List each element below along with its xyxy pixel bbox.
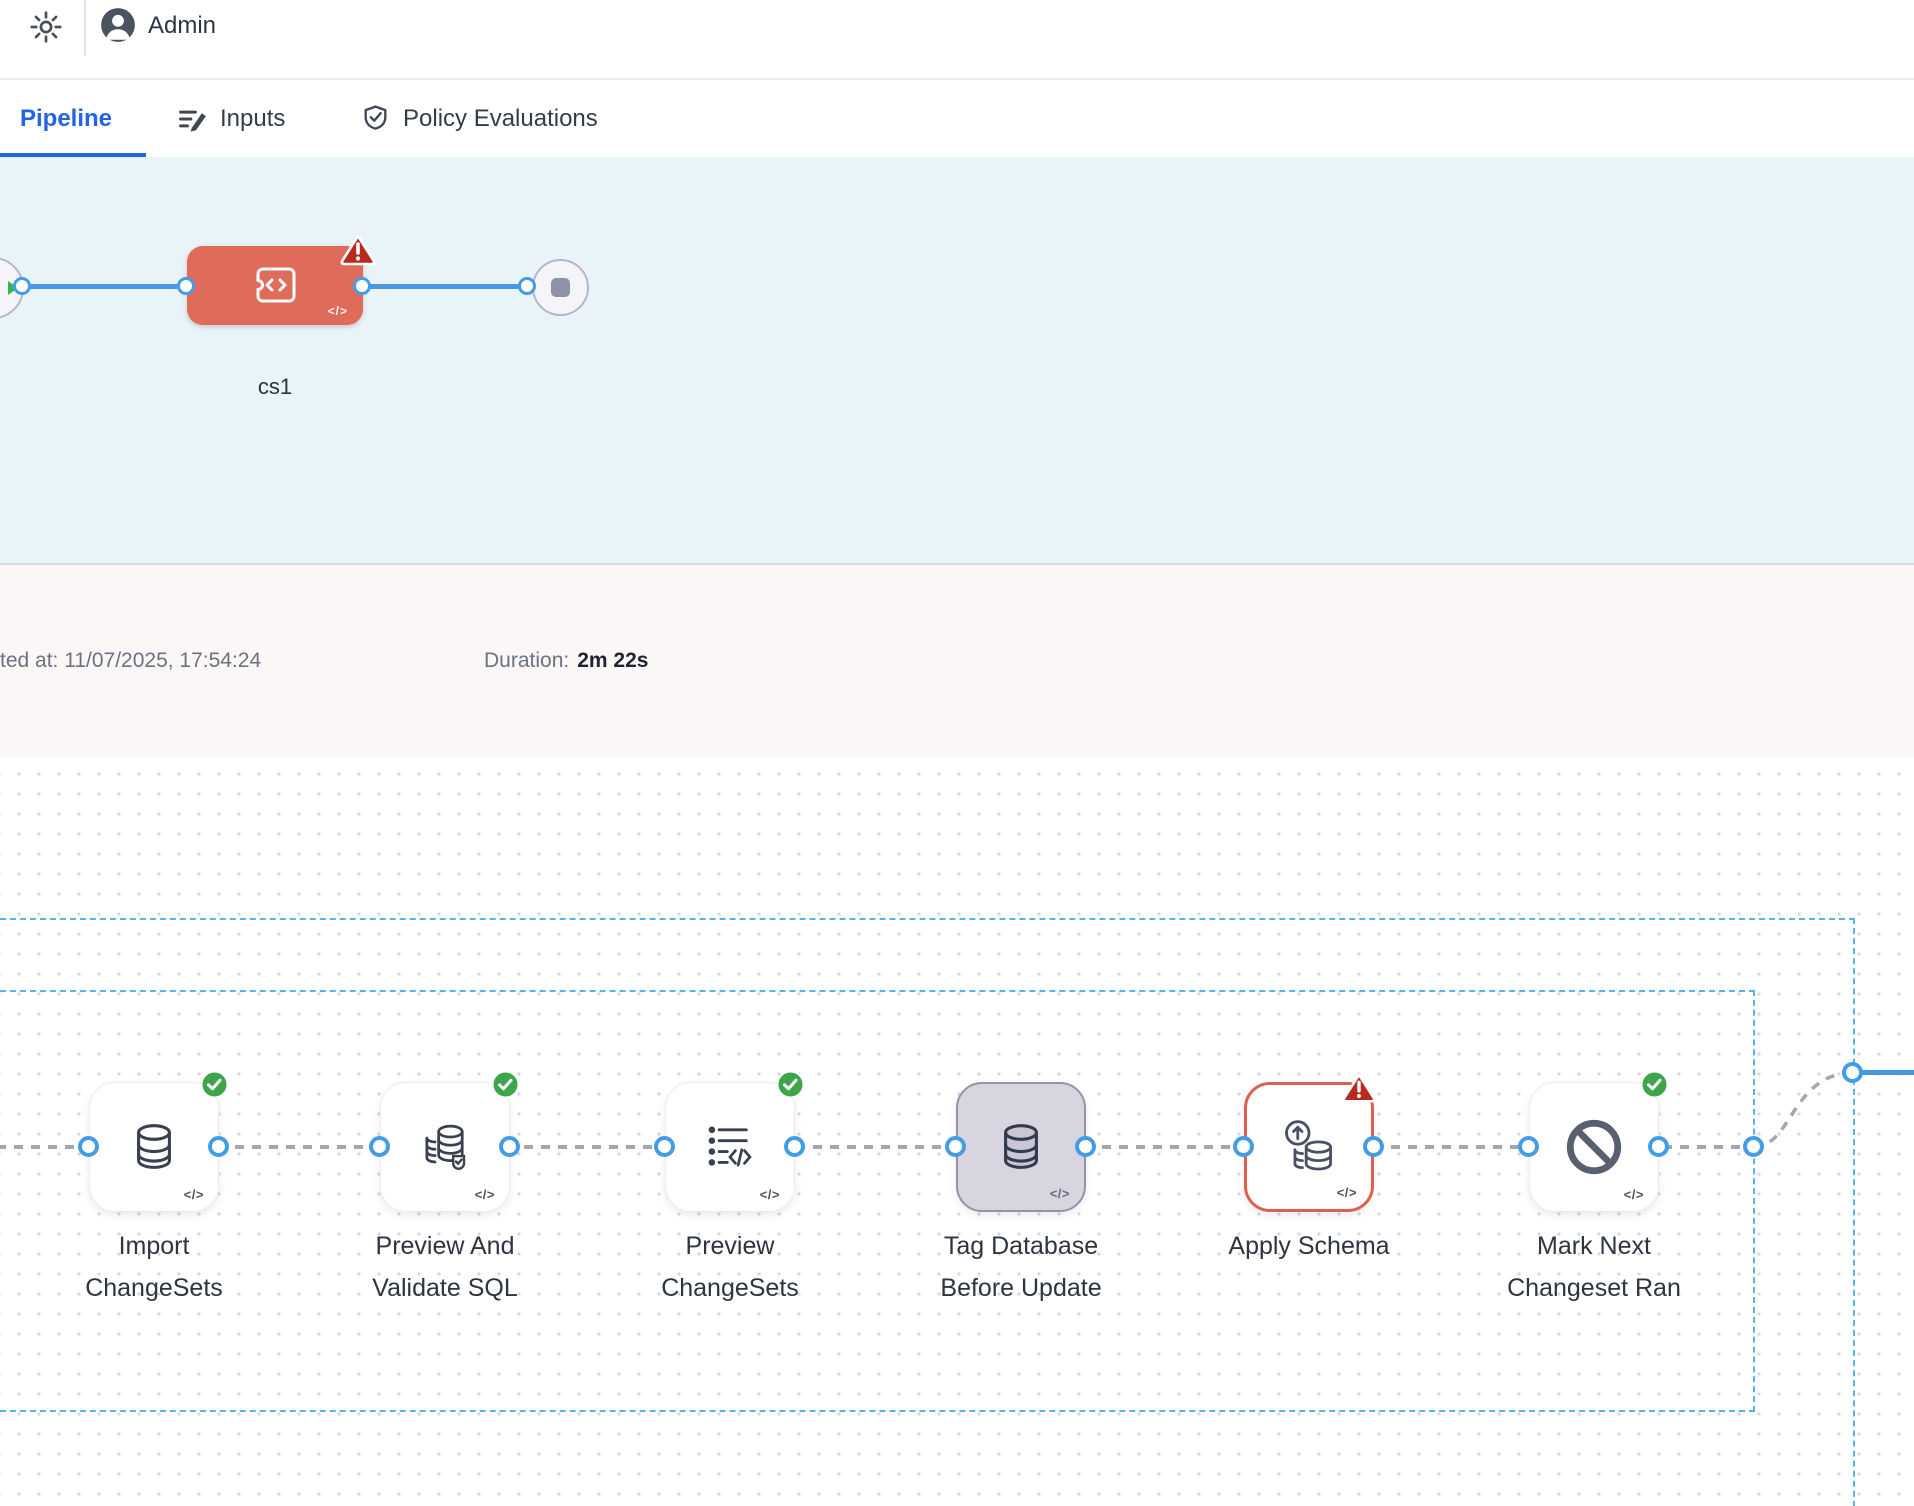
execution-status-bar: ted at: 11/07/2025, 17:54:24 Duration: 2m… (0, 563, 1914, 757)
topbar-divider (84, 0, 86, 56)
step-label: Tag Database Before Update (891, 1225, 1151, 1309)
code-glyph: </> (328, 304, 348, 318)
step-label: Preview ChangeSets (600, 1225, 860, 1309)
cs1-node-label: cs1 (187, 374, 363, 400)
step-group-region-outline (0, 990, 1755, 1412)
connector-port[interactable] (518, 277, 536, 295)
step-label: Apply Schema (1179, 1225, 1439, 1267)
success-badge-icon (1640, 1070, 1669, 1099)
code-glyph: </> (184, 1187, 204, 1202)
changeset-list-icon (701, 1118, 759, 1176)
step-label: Preview And Validate SQL (315, 1225, 575, 1309)
error-badge-icon (1341, 1072, 1377, 1104)
connector-port[interactable] (369, 1136, 390, 1157)
flow-edge (23, 284, 187, 289)
error-badge-icon (339, 233, 377, 267)
step-node-preview-and-validate-sql[interactable]: </> (380, 1082, 510, 1212)
connector-port[interactable] (353, 277, 371, 295)
step-label: Import ChangeSets (24, 1225, 284, 1309)
database-icon (992, 1118, 1050, 1176)
pipeline-execution-screen: Admin Pipeline Inputs Policy Evaluations (0, 0, 1914, 1506)
gear-icon (28, 9, 64, 45)
success-badge-icon (776, 1070, 805, 1099)
started-at-text: ted at: 11/07/2025, 17:54:24 (0, 649, 261, 673)
tab-inputs-label: Inputs (220, 105, 285, 133)
tab-pipeline[interactable]: Pipeline (20, 80, 112, 157)
success-badge-icon (200, 1070, 229, 1099)
admin-menu-label[interactable]: Admin (148, 12, 216, 40)
step-node-preview-changesets[interactable]: </> (665, 1082, 795, 1212)
connector-port[interactable] (78, 1136, 99, 1157)
step-label: Mark Next Changeset Ran (1464, 1225, 1724, 1309)
settings-button[interactable] (25, 6, 67, 48)
code-template-icon (253, 264, 299, 306)
connector-port[interactable] (499, 1136, 520, 1157)
connector-port[interactable] (1518, 1136, 1539, 1157)
user-avatar-icon[interactable] (99, 6, 137, 44)
topbar: Admin (0, 0, 1914, 78)
code-glyph: </> (1624, 1187, 1644, 1202)
step-graph-canvas[interactable]: </> </> (0, 757, 1914, 1506)
database-icon (125, 1118, 183, 1176)
step-node-tag-database-before-update[interactable]: </> (956, 1082, 1086, 1212)
connector-port[interactable] (1648, 1136, 1669, 1157)
tab-policy-evaluations[interactable]: Policy Evaluations (360, 80, 598, 157)
step-connector-line (0, 1145, 1755, 1149)
connector-port[interactable] (208, 1136, 229, 1157)
inputs-edit-icon (176, 103, 208, 135)
cs1-step-node[interactable]: </> (187, 246, 363, 325)
connector-port[interactable] (945, 1136, 966, 1157)
connector-port[interactable] (1842, 1062, 1863, 1083)
tab-policy-evaluations-label: Policy Evaluations (403, 105, 598, 133)
apply-schema-upload-icon (1279, 1117, 1339, 1177)
connector-port[interactable] (13, 277, 31, 295)
tab-bar: Pipeline Inputs Policy Evaluations (0, 80, 1914, 157)
connector-port[interactable] (784, 1136, 805, 1157)
step-node-apply-schema[interactable]: </> (1244, 1082, 1374, 1212)
database-validate-icon (416, 1118, 474, 1176)
code-glyph: </> (1337, 1185, 1357, 1200)
step-node-mark-next-changeset-ran[interactable]: </> (1529, 1082, 1659, 1212)
step-node-import-changesets[interactable]: </> (89, 1082, 219, 1212)
duration-value: 2m 22s (577, 649, 648, 672)
tab-pipeline-label: Pipeline (20, 105, 112, 133)
duration-text: Duration: 2m 22s (484, 649, 648, 673)
code-glyph: </> (1050, 1186, 1070, 1201)
shield-check-icon (360, 103, 391, 134)
flow-edge (363, 284, 528, 289)
connector-port[interactable] (654, 1136, 675, 1157)
connector-port[interactable] (1075, 1136, 1096, 1157)
connector-port[interactable] (1233, 1136, 1254, 1157)
tab-inputs[interactable]: Inputs (176, 80, 285, 157)
code-glyph: </> (475, 1187, 495, 1202)
stage-flow-canvas[interactable]: </> cs1 (0, 157, 1914, 563)
stop-node[interactable] (532, 259, 589, 316)
duration-label: Duration: (484, 649, 569, 672)
connector-port[interactable] (1363, 1136, 1384, 1157)
success-badge-icon (491, 1070, 520, 1099)
connector-port[interactable] (177, 277, 195, 295)
code-glyph: </> (760, 1187, 780, 1202)
connector-port[interactable] (1743, 1136, 1764, 1157)
ban-icon (1563, 1116, 1625, 1178)
stop-icon (551, 278, 570, 297)
